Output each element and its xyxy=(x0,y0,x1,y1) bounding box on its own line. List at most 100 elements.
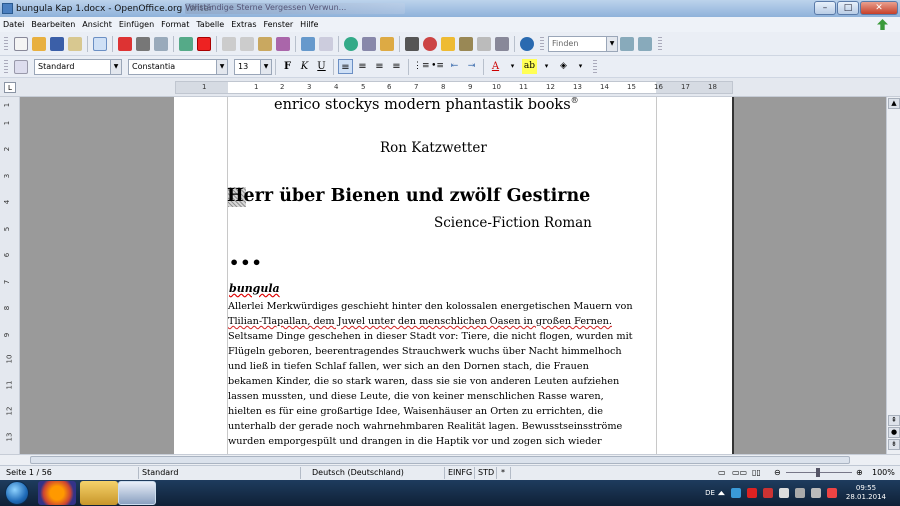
format-paintbrush-icon[interactable] xyxy=(276,36,290,51)
page-style[interactable]: Standard xyxy=(142,468,178,477)
bullets-button[interactable]: •≡ xyxy=(430,59,445,74)
menu-einfuegen[interactable]: Einfügen xyxy=(119,20,154,29)
language-indicator[interactable]: Deutsch (Deutschland) xyxy=(312,468,404,477)
tab-type-selector[interactable]: L xyxy=(4,82,16,93)
italic-button[interactable]: K xyxy=(297,59,312,74)
formatting-marks-icon[interactable] xyxy=(477,36,491,51)
toolbar-grip[interactable] xyxy=(593,59,597,74)
increase-indent-button[interactable]: ⇥ xyxy=(464,59,479,74)
pdf-tray-icon[interactable] xyxy=(746,488,757,498)
update-arrow-icon[interactable] xyxy=(877,19,888,30)
document-page[interactable]: enrico stockys modern phantastik books® … xyxy=(174,97,734,454)
justify-button[interactable]: ≡ xyxy=(389,59,404,74)
save-icon[interactable] xyxy=(50,36,64,51)
minimize-button[interactable]: – xyxy=(814,1,836,15)
vertical-ruler[interactable]: 1 1 2 3 4 5 6 7 8 9 10 11 12 13 xyxy=(0,97,20,454)
close-button[interactable]: ✕ xyxy=(860,1,898,15)
selection-mode[interactable]: STD xyxy=(478,468,494,477)
edit-file-icon[interactable] xyxy=(93,36,107,51)
writer-app-icon[interactable] xyxy=(2,3,13,14)
insert-mode[interactable]: EINFG xyxy=(448,468,472,477)
book-title[interactable]: Herr über Bienen und zwölf Gestirne xyxy=(227,186,590,206)
vertical-scrollbar[interactable]: ▲ ⇞ ● ⇟ xyxy=(886,97,900,454)
highlighting-dropdown-icon[interactable]: ▾ xyxy=(539,59,554,74)
start-button-icon[interactable] xyxy=(5,481,29,505)
background-color-icon[interactable]: ◈ xyxy=(556,59,571,74)
redo-icon[interactable] xyxy=(319,36,333,51)
chevron-down-icon[interactable]: ▼ xyxy=(216,59,227,74)
book-subtitle[interactable]: Science-Fiction Roman xyxy=(434,215,592,231)
spellcheck-icon[interactable] xyxy=(179,36,193,51)
align-right-button[interactable]: ≡ xyxy=(372,59,387,74)
publisher-line[interactable]: enrico stockys modern phantastik books® xyxy=(274,97,579,113)
menu-tabelle[interactable]: Tabelle xyxy=(196,20,224,29)
menu-ansicht[interactable]: Ansicht xyxy=(82,20,112,29)
previous-page-icon[interactable]: ⇞ xyxy=(888,415,900,426)
align-center-button[interactable]: ≡ xyxy=(355,59,370,74)
zoom-icon[interactable] xyxy=(495,36,509,51)
system-clock[interactable]: 09:55 28.01.2014 xyxy=(846,484,886,502)
show-draw-functions-icon[interactable] xyxy=(380,36,394,51)
book-view-icon[interactable]: ▯▯ xyxy=(752,468,761,477)
section-heading[interactable]: bungula xyxy=(229,282,280,295)
chevron-down-icon[interactable]: ▼ xyxy=(260,59,271,74)
page-preview-icon[interactable] xyxy=(154,36,168,51)
horizontal-scroll-thumb[interactable] xyxy=(30,456,850,464)
styles-formatting-icon[interactable] xyxy=(14,59,28,74)
toolbar-grip[interactable] xyxy=(4,36,8,51)
flag-tray-icon[interactable] xyxy=(778,488,789,498)
auto-spellcheck-icon[interactable] xyxy=(197,36,211,51)
document-area[interactable]: enrico stockys modern phantastik books® … xyxy=(20,97,886,454)
find-replace-icon[interactable] xyxy=(405,36,419,51)
zoom-level[interactable]: 100% xyxy=(872,468,895,477)
data-sources-icon[interactable] xyxy=(459,36,473,51)
find-previous-icon[interactable] xyxy=(638,36,652,51)
table-icon[interactable] xyxy=(362,36,376,51)
menu-extras[interactable]: Extras xyxy=(231,20,256,29)
chevron-down-icon[interactable]: ▼ xyxy=(110,59,121,74)
blurred-browser-tab[interactable]: Vollständige Sterne Vergessen Verwun... xyxy=(185,3,405,14)
explorer-folder-icon[interactable] xyxy=(80,481,118,505)
help-icon[interactable] xyxy=(520,36,534,51)
document-modified[interactable]: * xyxy=(501,468,505,477)
find-field[interactable]: Finden ▼ xyxy=(548,35,618,52)
underline-button[interactable]: U xyxy=(314,59,329,74)
language-code[interactable]: DE xyxy=(705,489,715,497)
maximize-button[interactable]: □ xyxy=(837,1,859,15)
show-hidden-icons-icon[interactable] xyxy=(717,490,725,496)
menu-datei[interactable]: Datei xyxy=(3,20,24,29)
next-page-icon[interactable]: ⇟ xyxy=(888,439,900,450)
numbering-button[interactable]: ⋮≡ xyxy=(413,59,430,74)
body-text[interactable]: Allerlei Merkwürdiges geschieht hinter d… xyxy=(228,299,660,449)
print-icon[interactable] xyxy=(136,36,150,51)
decrease-indent-button[interactable]: ⇤ xyxy=(447,59,462,74)
security-tray-icon[interactable] xyxy=(762,488,773,498)
horizontal-ruler[interactable]: 1 1 2 3 4 5 6 7 8 9 10 11 12 13 14 15 16… xyxy=(175,81,733,94)
cut-icon[interactable] xyxy=(222,36,236,51)
open-folder-icon[interactable] xyxy=(32,36,46,51)
author-name[interactable]: Ron Katzwetter xyxy=(380,140,487,156)
antivirus-tray-icon[interactable] xyxy=(826,488,837,498)
paragraph-style-select[interactable]: Standard ▼ xyxy=(34,58,122,75)
zoom-in-icon[interactable]: ⊕ xyxy=(856,468,863,477)
chevron-down-icon[interactable]: ▼ xyxy=(606,36,617,51)
find-next-icon[interactable] xyxy=(620,36,634,51)
network-tray-icon[interactable] xyxy=(730,488,741,498)
toolbar-grip[interactable] xyxy=(540,36,544,51)
menu-bearbeiten[interactable]: Bearbeiten xyxy=(31,20,75,29)
email-icon[interactable] xyxy=(68,36,82,51)
firefox-icon[interactable] xyxy=(38,481,76,505)
multi-page-view-icon[interactable]: ▭▭ xyxy=(732,468,747,477)
hyperlink-icon[interactable] xyxy=(344,36,358,51)
paste-icon[interactable] xyxy=(258,36,272,51)
zoom-out-icon[interactable]: ⊖ xyxy=(774,468,781,477)
font-color-dropdown-icon[interactable]: ▾ xyxy=(505,59,520,74)
zoom-slider-knob[interactable] xyxy=(816,468,820,477)
font-name-select[interactable]: Constantia ▼ xyxy=(128,58,228,75)
single-page-view-icon[interactable]: ▭ xyxy=(718,468,726,477)
undo-icon[interactable] xyxy=(301,36,315,51)
toolbar-grip[interactable] xyxy=(658,36,662,51)
bold-button[interactable]: F xyxy=(280,59,295,74)
scroll-up-icon[interactable]: ▲ xyxy=(888,98,900,109)
display-tray-icon[interactable] xyxy=(794,488,805,498)
